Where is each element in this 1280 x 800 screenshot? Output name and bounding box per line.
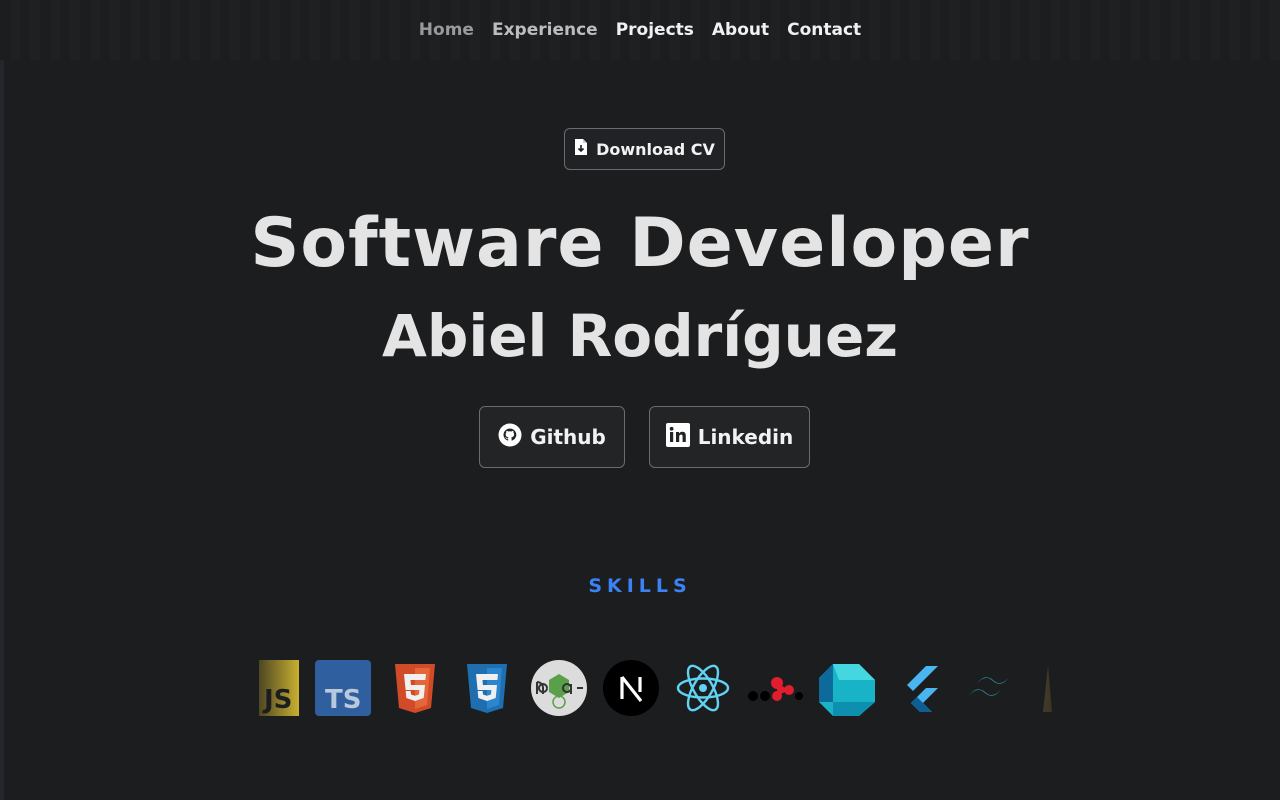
nav-contact[interactable]: Contact <box>787 20 861 40</box>
nav-links: Home Experience Projects About Contact <box>419 20 861 40</box>
nodejs-icon <box>531 660 587 716</box>
nextjs-icon <box>603 660 659 716</box>
linkedin-label: Linkedin <box>697 425 794 449</box>
nav-experience[interactable]: Experience <box>492 20 598 40</box>
linkedin-icon <box>665 422 690 452</box>
edge-icon <box>1035 660 1091 716</box>
svg-text:TS: TS <box>325 685 361 715</box>
css3-icon <box>459 660 515 716</box>
html5-icon <box>387 660 443 716</box>
github-button[interactable]: Github <box>479 406 625 468</box>
nav-projects[interactable]: Projects <box>616 20 694 40</box>
nav-home[interactable]: Home <box>419 20 474 40</box>
skills-heading: SKILLS <box>588 575 692 597</box>
hero-name: Abiel Rodríguez <box>381 302 899 370</box>
typescript-icon: TS <box>315 660 371 716</box>
nav-about[interactable]: About <box>712 20 769 40</box>
javascript-icon: JS <box>243 660 299 716</box>
flutter-icon <box>891 660 947 716</box>
left-border <box>0 0 4 800</box>
skills-logo-strip: JS TS <box>243 660 1091 716</box>
hero-title: Software Developer <box>250 204 1030 283</box>
github-icon <box>498 423 522 452</box>
github-label: Github <box>530 425 606 449</box>
top-navigation: Home Experience Projects About Contact <box>0 0 1280 60</box>
linkedin-button[interactable]: Linkedin <box>649 406 810 468</box>
document-download-icon <box>574 139 588 159</box>
dots-icon <box>747 660 803 716</box>
dart-icon <box>819 660 875 716</box>
react-icon <box>675 660 731 716</box>
download-cv-label: Download CV <box>596 139 715 159</box>
tailwind-icon <box>963 660 1019 716</box>
download-cv-button[interactable]: Download CV <box>564 128 725 170</box>
